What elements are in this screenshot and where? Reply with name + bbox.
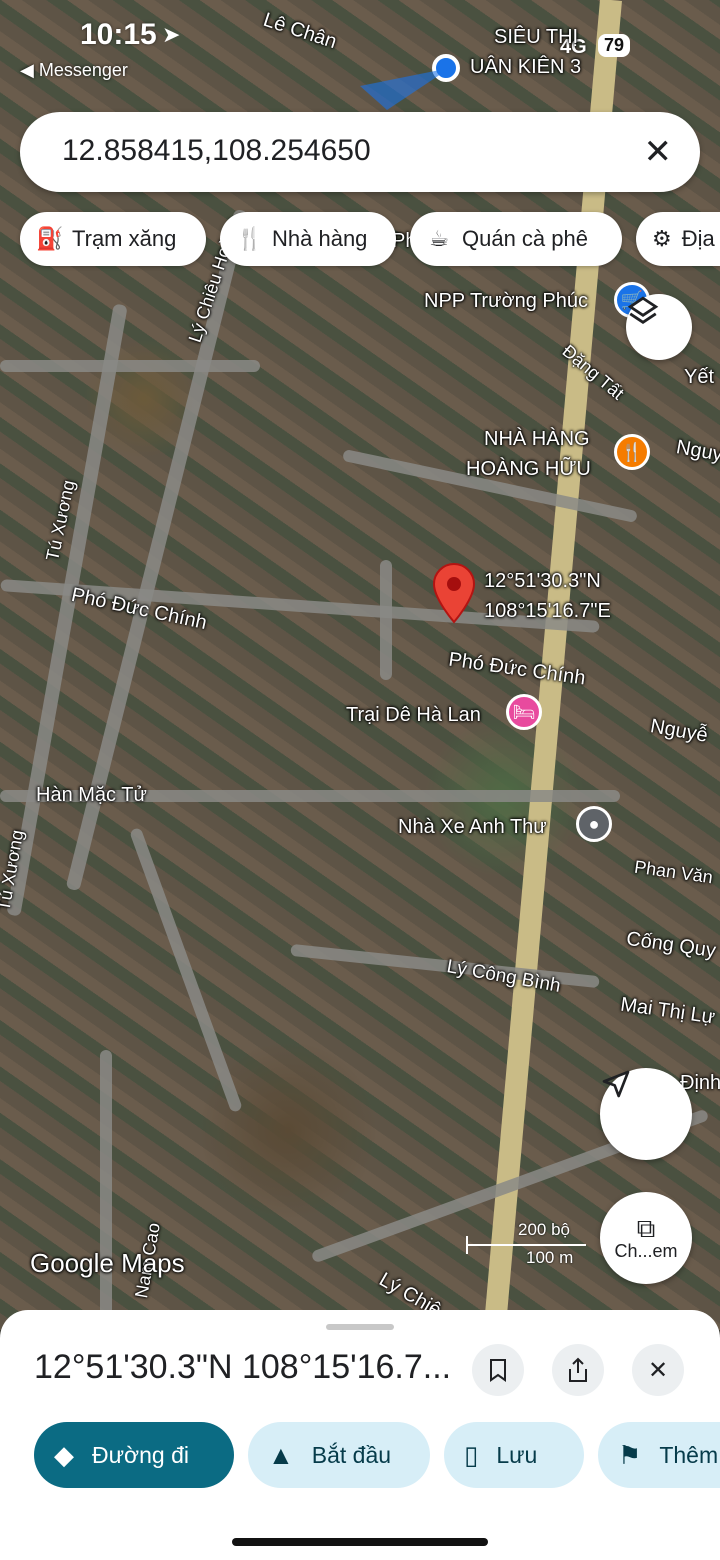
chip-restaurant[interactable]: 🍴 Nhà hàng <box>220 212 396 266</box>
place-label[interactable]: HOÀNG HỮU <box>466 458 591 481</box>
my-location-button[interactable] <box>600 1068 692 1160</box>
share-button[interactable] <box>552 1344 604 1396</box>
chip-gas-station[interactable]: ⛽ Trạm xăng <box>20 212 206 266</box>
camera-search-button[interactable]: ⧉ Ch...em <box>600 1192 692 1284</box>
camera-icon: ⧉ <box>636 1212 656 1243</box>
chip-label: Trạm xăng <box>72 226 177 251</box>
chip-attraction[interactable]: ⚙ Địa <box>636 212 720 266</box>
hotel-poi-icon[interactable]: 🛏 <box>506 694 542 730</box>
place-label[interactable]: NHÀ HÀNG <box>484 428 590 451</box>
transit-poi-icon[interactable]: ● <box>576 806 612 842</box>
close-icon[interactable]: ✕ <box>644 132 673 172</box>
scale-top: 200 bộ <box>518 1220 570 1239</box>
street-label: Lý Công Bình <box>445 956 563 997</box>
sheet-title: 12°51'30.3"N 108°15'16.7... <box>34 1348 452 1386</box>
street-label: Yết <box>684 366 715 388</box>
attraction-icon: ⚙ <box>652 226 672 251</box>
place-sheet[interactable]: 12°51'30.3"N 108°15'16.7... ✕ ◆ Đường đi… <box>0 1310 720 1560</box>
street-label: Mai Thị Lự <box>619 993 717 1029</box>
action-label: Đường đi <box>92 1441 189 1468</box>
street-label: Cống Quy <box>624 927 718 963</box>
scale-bar: 200 bộ 100 m <box>466 1220 586 1270</box>
directions-button[interactable]: ◆ Đường đi <box>34 1422 234 1488</box>
restaurant-icon: 🍴 <box>236 226 264 251</box>
scale-line <box>466 1244 586 1246</box>
chip-coffee[interactable]: ☕ Quán cà phê <box>410 212 622 266</box>
scale-bottom: 100 m <box>526 1248 574 1267</box>
bookmark-icon: ▯ <box>464 1439 479 1470</box>
navigation-arrow-icon <box>602 1070 630 1098</box>
map-view[interactable]: 10:15 ➤ ◀ Messenger 4G 79 Lê Chân Lý Chi… <box>0 0 720 1330</box>
layers-button[interactable] <box>626 294 692 360</box>
dropped-pin-icon[interactable] <box>432 562 476 624</box>
street-label: Phan Văn <box>633 856 715 888</box>
coffee-icon: ☕ <box>429 226 449 251</box>
camera-label: Ch...em <box>614 1240 678 1261</box>
save-button[interactable] <box>472 1344 524 1396</box>
road <box>100 1050 112 1330</box>
pin-longitude: 108°15'16.7"E <box>484 600 611 622</box>
bookmark-icon <box>490 1359 506 1382</box>
gas-station-icon: ⛽ <box>36 226 64 251</box>
chip-label: Nhà hàng <box>272 226 368 251</box>
flag-icon: ⚑ <box>618 1439 642 1470</box>
google-maps-watermark: Google Maps <box>30 1248 185 1278</box>
place-label[interactable]: SIÊU THỊ <box>494 26 578 49</box>
search-bar[interactable]: 12.858415,108.254650 ✕ <box>20 112 700 192</box>
layers-icon <box>627 296 659 325</box>
battery-indicator: 79 <box>598 34 631 57</box>
street-label: Phó Đức Chính <box>447 648 587 690</box>
my-location-dot <box>432 54 460 82</box>
place-label[interactable]: Nhà Xe Anh Thư <box>398 816 547 839</box>
navigation-icon: ▲ <box>268 1439 294 1470</box>
save-action-button[interactable]: ▯ Lưu <box>444 1422 584 1488</box>
road <box>129 826 243 1114</box>
action-label: Bắt đầu <box>311 1441 392 1468</box>
start-button[interactable]: ▲ Bắt đầu <box>248 1422 430 1488</box>
place-label[interactable]: Trại Dê Hà Lan <box>346 704 481 727</box>
share-icon <box>569 1357 587 1382</box>
restaurant-poi-icon[interactable]: 🍴 <box>614 434 650 470</box>
more-button[interactable]: ⚑ Thêm <box>598 1422 720 1488</box>
action-label: Thêm <box>659 1441 719 1468</box>
pin-latitude: 12°51'30.3"N <box>484 570 601 592</box>
place-label[interactable]: UÂN KIÊN 3 <box>470 56 581 79</box>
close-icon: ✕ <box>647 1356 669 1384</box>
street-label: Hàn Mặc Tử <box>36 784 147 806</box>
action-label: Lưu <box>496 1441 538 1468</box>
back-to-messenger[interactable]: ◀ Messenger <box>20 60 128 81</box>
road <box>380 560 392 680</box>
home-indicator <box>232 1538 488 1546</box>
street-label: Nguyễ <box>648 715 710 747</box>
status-bar: 10:15 ➤ ◀ Messenger 4G 79 <box>0 0 720 90</box>
road <box>0 360 260 372</box>
place-label[interactable]: NPP Trường Phúc <box>424 290 588 313</box>
location-arrow-icon: ➤ <box>162 22 181 47</box>
sheet-drag-handle[interactable] <box>326 1324 394 1330</box>
chip-label: Địa <box>681 226 715 251</box>
scale-tick <box>466 1236 468 1254</box>
search-input[interactable]: 12.858415,108.254650 <box>62 134 371 168</box>
chip-label: Quán cà phê <box>462 226 588 251</box>
status-time: 10:15 <box>80 18 157 51</box>
street-label: Nguy <box>674 436 720 466</box>
close-sheet-button[interactable]: ✕ <box>632 1344 684 1396</box>
directions-icon: ◆ <box>54 1439 74 1470</box>
